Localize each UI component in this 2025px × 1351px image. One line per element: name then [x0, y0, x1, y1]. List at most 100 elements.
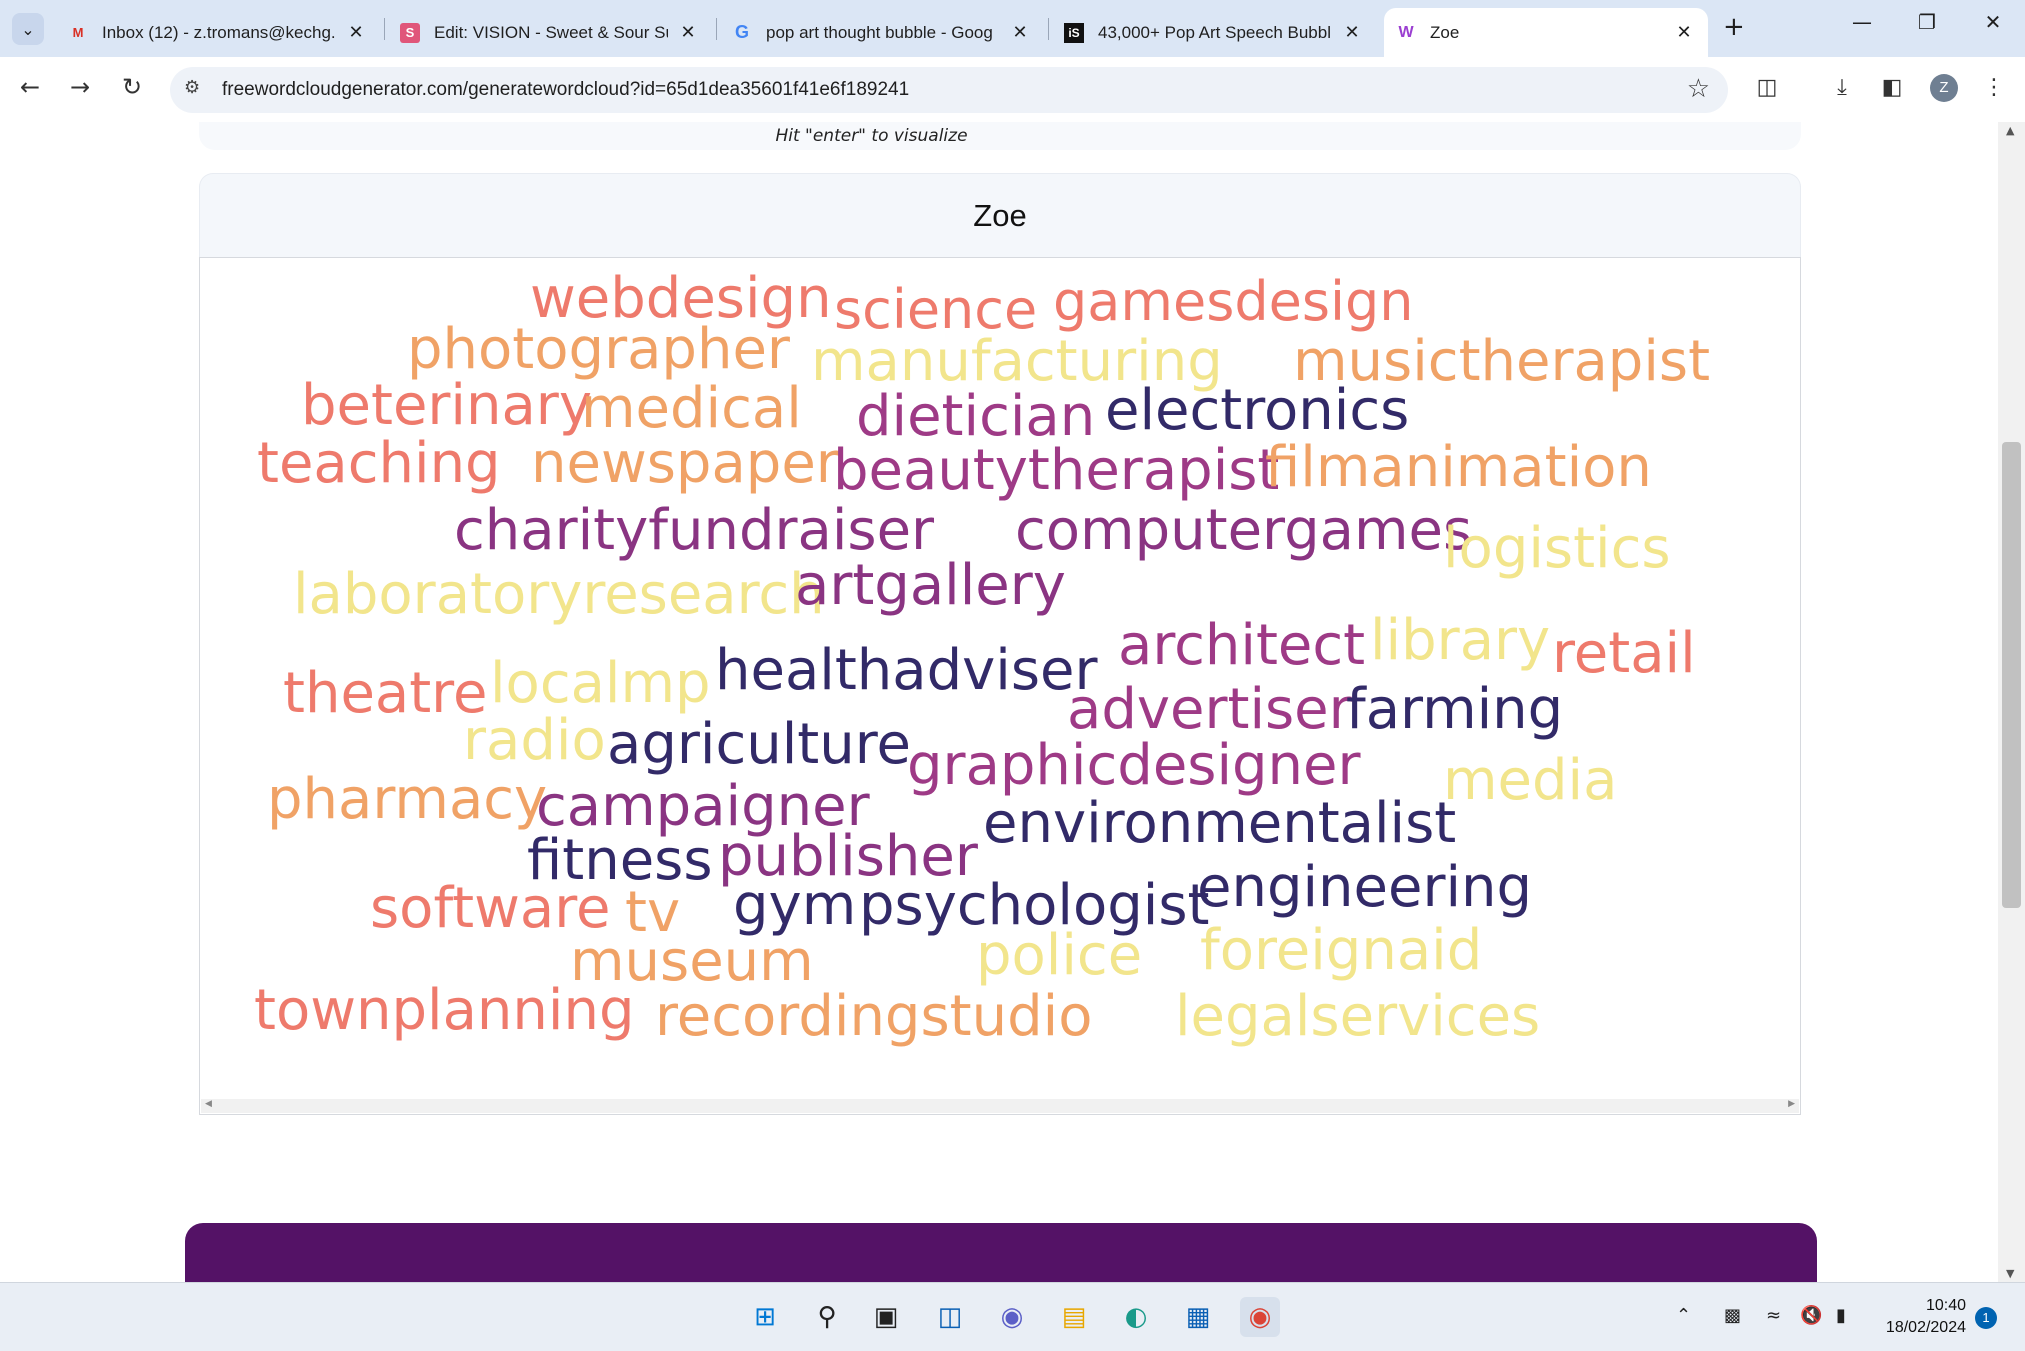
word-cloud-title: Zoe [973, 198, 1027, 233]
edge-icon: ◐ [1124, 1302, 1148, 1332]
close-icon[interactable]: ✕ [1672, 22, 1696, 43]
scroll-right-icon[interactable]: ▶ [1788, 1099, 1795, 1109]
minimize-button[interactable]: — [1842, 10, 1882, 34]
scroll-down-icon[interactable]: ▼ [2006, 1267, 2014, 1280]
page-scrollbar[interactable]: ▲ ▼ [1998, 122, 2025, 1282]
tab-title: pop art thought bubble - Goog [766, 22, 993, 42]
horizontal-scrollbar[interactable]: ◀ ▶ [201, 1099, 1799, 1113]
tab-gmail[interactable]: M Inbox (12) - z.tromans@kechg.c ✕ [56, 8, 380, 57]
taskbar-search-button[interactable]: ⚲ [807, 1297, 847, 1337]
scrollbar-thumb[interactable] [2002, 442, 2021, 908]
input-indicator-icon[interactable]: ▩ [1724, 1305, 1741, 1326]
widgets-button[interactable]: ◫ [930, 1297, 970, 1337]
notification-badge[interactable]: 1 [1975, 1307, 1997, 1329]
site-settings-icon[interactable]: ⚙ [184, 77, 200, 98]
close-icon: ✕ [1984, 10, 2002, 34]
cloud-word: foreignaid [1200, 918, 1483, 983]
download-icon: ⤓ [1837, 75, 1847, 100]
folder-icon: ▤ [1061, 1302, 1087, 1332]
cloud-word: healthadviser [715, 638, 1098, 703]
address-bar[interactable]: ⚙ freewordcloudgenerator.com/generatewor… [170, 67, 1728, 113]
downloads-button[interactable]: ⤓ [1826, 75, 1858, 100]
input-card: Hit "enter" to visualize [199, 122, 1801, 150]
chrome-icon: ◉ [1248, 1302, 1272, 1332]
cloud-word: engineering [1197, 855, 1533, 920]
side-panel-icon: ◧ [1881, 75, 1903, 100]
cloud-word: dietician [856, 384, 1096, 449]
cloud-word: electronics [1105, 378, 1410, 443]
puzzle-icon: ◫ [1756, 75, 1778, 100]
close-icon[interactable]: ✕ [344, 22, 368, 43]
close-icon[interactable]: ✕ [1008, 22, 1032, 43]
istock-icon: iS [1064, 22, 1084, 43]
google-icon: G [734, 22, 749, 42]
cloud-word: graphicdesigner [907, 733, 1361, 798]
windows-taskbar: ⊞ ⚲ ▣ ◫ ◉ ▤ ◐ ▦ ◉ ⌃ ▩ ≈ 🔇 ▮ 10:40 18/02/… [0, 1282, 2025, 1351]
tab-zoe[interactable]: W Zoe ✕ [1384, 8, 1708, 57]
edge-button[interactable]: ◐ [1116, 1297, 1156, 1337]
cloud-word: advertiser [1067, 677, 1352, 742]
word-cloud-header: Zoe [199, 173, 1801, 257]
wifi-icon[interactable]: ≈ [1766, 1305, 1781, 1326]
chrome-button[interactable]: ◉ [1240, 1297, 1280, 1337]
bookmark-star-icon[interactable]: ☆ [1687, 74, 1710, 104]
restore-button[interactable]: ❐ [1907, 10, 1947, 34]
reload-button[interactable]: ↻ [116, 73, 148, 101]
close-icon[interactable]: ✕ [1340, 22, 1364, 43]
tab-istock[interactable]: iS 43,000+ Pop Art Speech Bubbl ✕ [1052, 8, 1376, 57]
forward-button[interactable]: → [64, 73, 96, 101]
back-button[interactable]: ← [14, 73, 46, 101]
scroll-left-icon[interactable]: ◀ [205, 1099, 212, 1109]
cloud-word: beautytherapist [833, 438, 1280, 503]
task-view-button[interactable]: ▣ [866, 1297, 906, 1337]
store-button[interactable]: ▦ [1178, 1297, 1218, 1337]
extensions-button[interactable]: ◫ [1751, 75, 1783, 100]
cloud-word: recordingstudio [655, 984, 1093, 1049]
tab-divider [384, 18, 385, 40]
cloud-word: retail [1552, 621, 1696, 686]
browser-toolbar: ← → ↻ ⚙ freewordcloudgenerator.com/gener… [0, 57, 2025, 123]
teams-chat-button[interactable]: ◉ [992, 1297, 1032, 1337]
tab-title: 43,000+ Pop Art Speech Bubbl [1098, 22, 1331, 42]
cloud-word: artgallery [795, 553, 1066, 618]
sway-icon: S [400, 22, 420, 43]
tab-sway[interactable]: S Edit: VISION - Sweet & Sour Su ✕ [388, 8, 712, 57]
tab-search-button[interactable]: ⌄ [12, 13, 44, 45]
cloud-word: pharmacy [267, 767, 548, 832]
file-explorer-button[interactable]: ▤ [1054, 1297, 1094, 1337]
tab-divider [716, 18, 717, 40]
cloud-word: theatre [283, 661, 488, 726]
tab-divider [1048, 18, 1049, 40]
arrow-left-icon: ← [19, 73, 41, 101]
cloud-word: library [1370, 608, 1551, 673]
cloud-word: police [976, 923, 1143, 988]
url-text[interactable]: freewordcloudgenerator.com/generatewordc… [222, 79, 909, 101]
side-panel-button[interactable]: ◧ [1876, 75, 1908, 100]
cloud-word: gym [733, 873, 857, 938]
start-button[interactable]: ⊞ [745, 1297, 785, 1337]
enter-hint: Hit "enter" to visualize [775, 126, 968, 146]
cloud-word: charityfundraiser [454, 498, 935, 563]
search-icon: ⚲ [817, 1302, 837, 1332]
close-icon[interactable]: ✕ [676, 22, 700, 43]
windows-logo-icon: ⊞ [754, 1302, 776, 1332]
cloud-word: agriculture [607, 712, 911, 777]
scroll-up-icon[interactable]: ▲ [2006, 124, 2014, 137]
tab-google-search[interactable]: G pop art thought bubble - Goog ✕ [720, 8, 1044, 57]
show-hidden-icons-button[interactable]: ⌃ [1676, 1305, 1691, 1326]
close-window-button[interactable]: ✕ [1973, 10, 2013, 34]
more-vert-icon: ⋮ [1983, 75, 2005, 100]
volume-muted-icon[interactable]: 🔇 [1800, 1305, 1822, 1326]
profile-avatar[interactable]: Z [1930, 74, 1958, 102]
cloud-word: photographer [407, 317, 790, 382]
arrow-right-icon: → [69, 73, 91, 101]
battery-icon[interactable]: ▮ [1836, 1305, 1846, 1326]
tab-title: Edit: VISION - Sweet & Sour Su [434, 22, 668, 42]
chevron-down-icon: ⌄ [21, 19, 35, 39]
cloud-word: filmanimation [1265, 435, 1652, 500]
reload-icon: ↻ [121, 73, 143, 101]
new-tab-button[interactable]: + [1723, 12, 1745, 42]
cloud-word: environmentalist [983, 791, 1457, 856]
menu-button[interactable]: ⋮ [1978, 75, 2010, 100]
clock[interactable]: 10:40 18/02/2024 [1870, 1295, 1966, 1339]
